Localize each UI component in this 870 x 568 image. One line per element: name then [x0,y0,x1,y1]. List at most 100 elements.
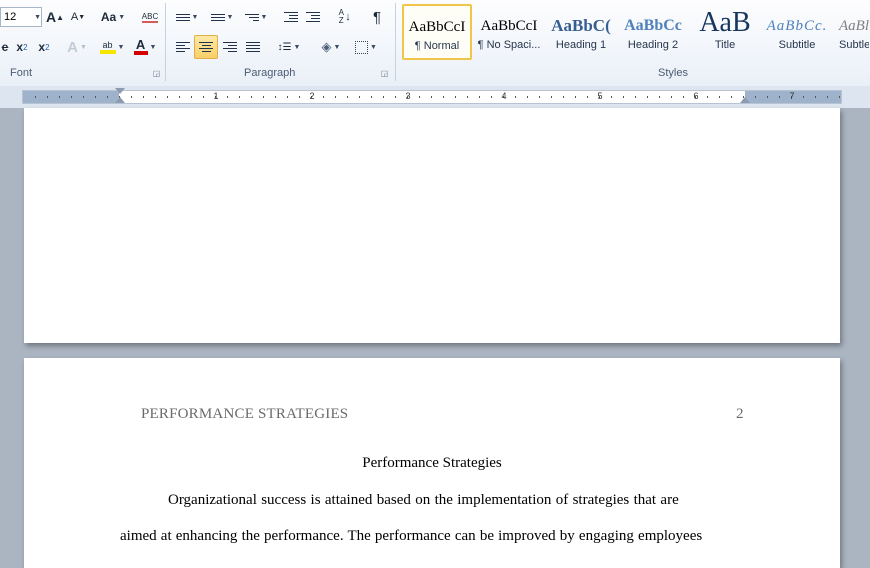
superscript-button[interactable]: x2 [34,36,54,58]
decrease-indent-button[interactable] [281,6,301,28]
ruler-tick [491,96,492,98]
style-subtle-emphasis[interactable]: AaBl Subtle [834,4,870,60]
subscript-button[interactable]: x2 [12,36,32,58]
highlight-color-button[interactable]: ab ▼ [96,36,128,58]
ribbon: 12 ▼ A ▲ A ▼ Aa ▼ ABC e x2 x2 A ▼ ab ▼ A ▼ F… [0,0,870,87]
align-left-button[interactable] [172,36,194,58]
paint-bucket-icon: ◈ [321,39,332,54]
subscript-label: x [16,40,24,54]
chevron-down-icon: ▼ [118,13,126,21]
ruler-tick [479,96,480,98]
multilevel-list-icon [244,13,259,21]
multilevel-list-button[interactable]: ▼ [240,6,272,28]
font-color-swatch [133,51,148,55]
style-preview: AaBbCc [624,17,682,34]
sort-icon: A Z [338,8,344,25]
ruler-tick [803,96,804,98]
change-case-label: Aa [100,10,117,24]
document-page-2[interactable]: PERFORMANCE STRATEGIES 2 Performance Str… [24,358,840,568]
chevron-down-icon: ▼ [191,13,199,21]
hanging-indent-marker[interactable] [115,97,125,103]
highlight-label: ab [102,39,113,50]
subscript-index: 2 [23,42,28,52]
document-page-1[interactable] [24,108,840,343]
style-heading-1[interactable]: AaBbC( Heading 1 [546,4,616,60]
ruler-tick [47,96,48,98]
bullets-button[interactable]: ▼ [172,6,202,28]
ruler-tick [575,96,576,98]
style-preview: AaBbCcI [480,18,538,34]
numbering-icon [210,13,225,21]
ruler-tick [587,96,588,98]
borders-button[interactable]: ▼ [350,36,382,58]
chevron-down-icon: ▼ [149,43,157,51]
increase-indent-button[interactable] [303,6,323,28]
ruler-tick [227,96,228,98]
chevron-down-icon: ▼ [226,13,234,21]
font-color-icon: A [133,37,148,55]
grow-font-label: A [45,9,57,25]
ruler-tick [683,96,684,98]
font-size-combo[interactable]: 12 ▼ [0,7,42,27]
ruler-tick [671,96,672,98]
styles-gallery: AaBbCcI ¶ Normal AaBbCcI ¶ No Spaci... A… [401,4,870,64]
shading-button[interactable]: ◈ ▼ [315,36,347,58]
sort-button[interactable]: A Z ↓ [333,6,355,28]
ruler-bar: 1 2 3 4 5 6 7 [0,86,870,108]
text-effects-icon: A [67,38,78,56]
first-line-indent-marker[interactable] [115,88,125,94]
ruler-tick [95,96,96,98]
style-preview: AaBl [839,18,869,34]
change-case-button[interactable]: Aa ▼ [99,6,127,28]
ruler-tick [71,96,72,98]
ruler-tick [371,96,372,98]
style-preview: AaBbC( [551,16,611,35]
style-name: Subtle [839,39,869,51]
show-formatting-marks-button[interactable]: ¶ [366,6,388,28]
ruler-tick [431,96,432,98]
ruler-tick [107,96,108,98]
page-number: 2 [736,406,744,422]
font-color-label: A [135,37,146,52]
style-no-spacing[interactable]: AaBbCcI ¶ No Spaci... [474,4,544,60]
ruler-tick [779,96,780,98]
style-normal[interactable]: AaBbCcI ¶ Normal [402,4,472,60]
ruler-tick [347,96,348,98]
decrease-indent-icon [284,12,298,22]
align-center-button[interactable] [194,35,218,59]
numbering-button[interactable]: ▼ [206,6,238,28]
ruler-tick [611,96,612,98]
highlighter-icon: ab [99,39,116,54]
ruler-tick [263,96,264,98]
ruler-tick [83,96,84,98]
body-text-line: Organizational success is attained based… [168,492,679,508]
horizontal-ruler[interactable]: 1 2 3 4 5 6 7 [22,88,842,104]
ruler-tick [635,96,636,98]
style-heading-2[interactable]: AaBbCc Heading 2 [618,4,688,60]
grow-font-button[interactable]: A ▲ [45,6,65,28]
ruler-tick [155,96,156,98]
shrink-font-label: A [70,11,79,23]
ruler-tick [203,96,204,98]
justify-button[interactable] [242,36,264,58]
font-dialog-launcher-icon[interactable]: ◲ [152,70,161,79]
strikethrough-button[interactable]: e [0,36,10,58]
align-right-button[interactable] [219,36,241,58]
ruler-tick [515,96,516,98]
ruler-number: 3 [405,91,411,101]
right-indent-marker[interactable] [740,97,750,103]
text-effects-button[interactable]: A ▼ [64,36,90,58]
chevron-down-icon: ▼ [117,43,125,51]
clear-formatting-button[interactable]: ABC [140,6,160,28]
style-title[interactable]: AaB Title [690,4,760,60]
style-subtitle[interactable]: AaBbCc. Subtitle [762,4,832,60]
ruler-tick [35,96,36,98]
font-color-button[interactable]: A ▼ [130,36,160,58]
line-spacing-button[interactable]: ↕☰ ▼ [274,36,304,58]
shrink-font-button[interactable]: A ▼ [68,6,88,28]
chevron-down-icon[interactable]: ▼ [34,14,41,21]
ruler-tick [299,96,300,98]
paragraph-dialog-launcher-icon[interactable]: ◲ [380,70,389,79]
ruler-tick [191,96,192,98]
align-right-icon [223,42,237,52]
